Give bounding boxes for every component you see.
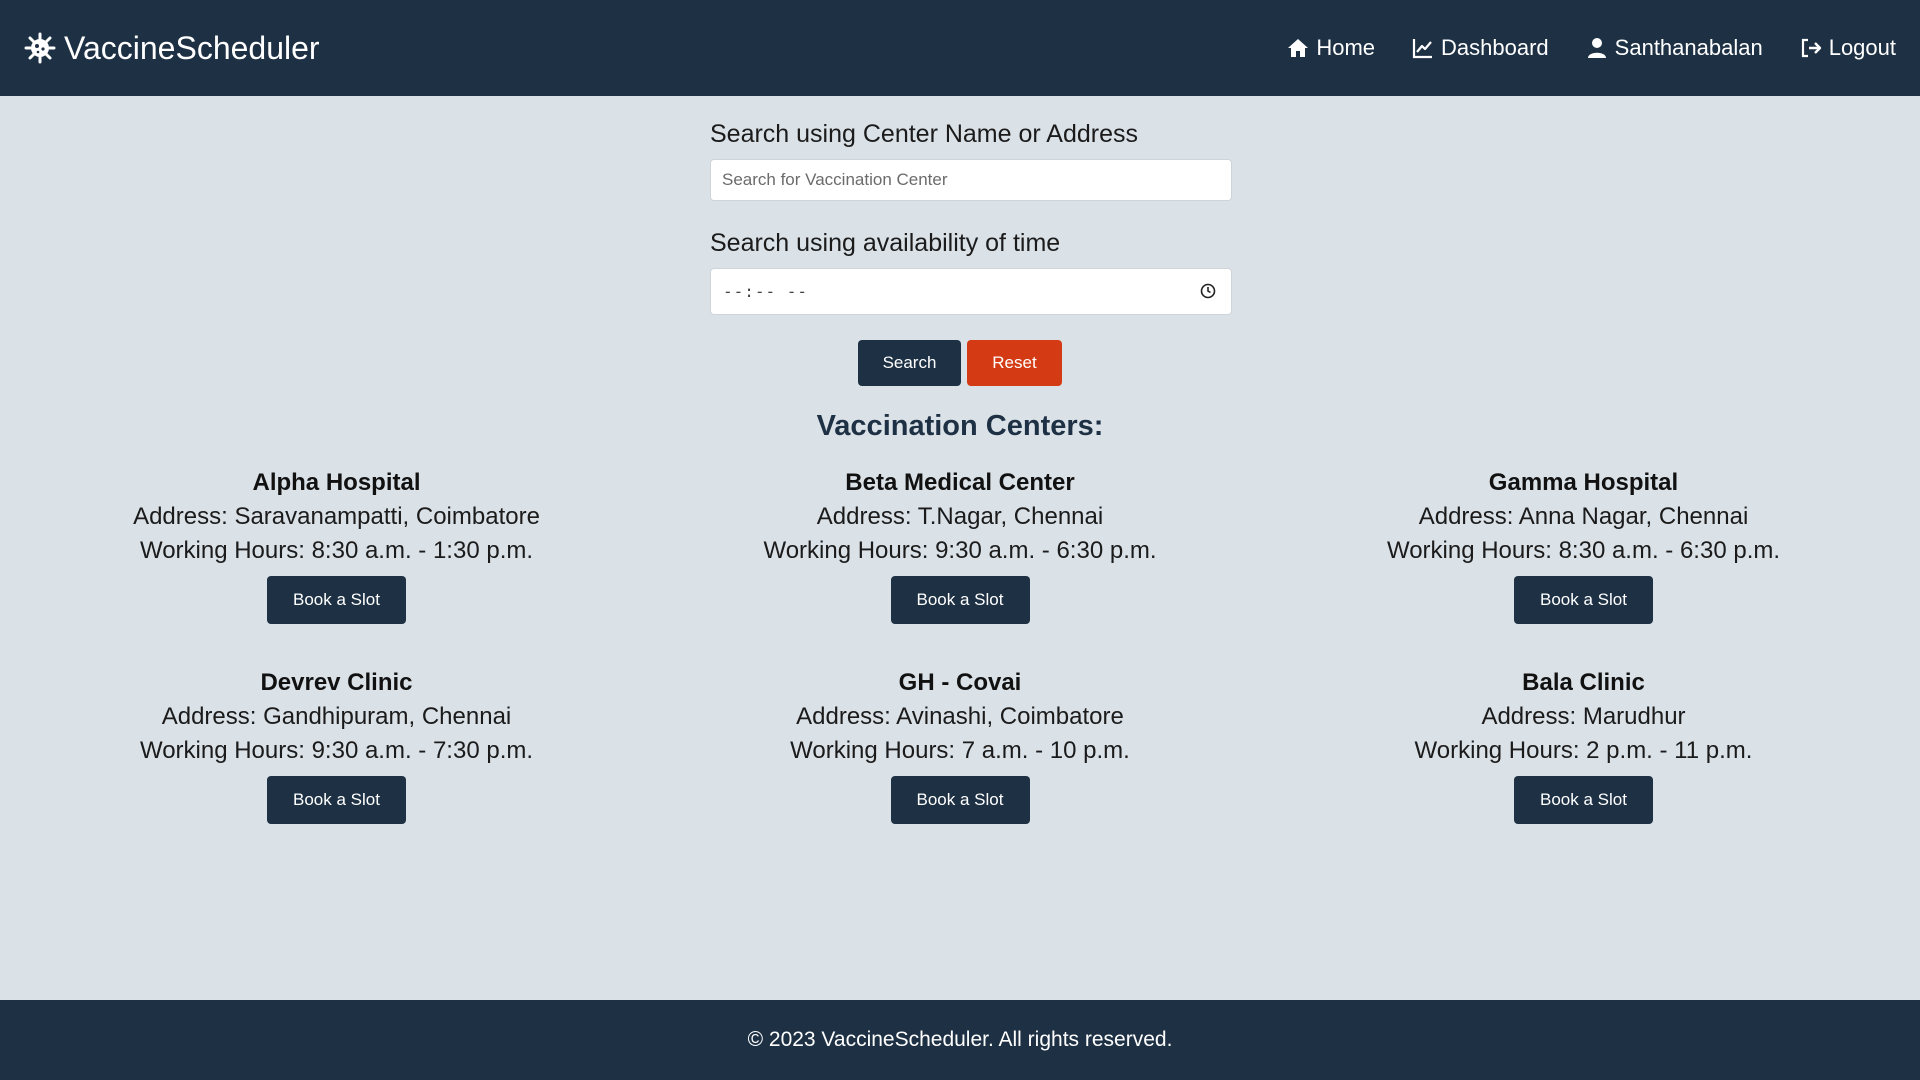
search-form: Search using Center Name or Address Sear… — [710, 120, 1232, 315]
virus-icon — [24, 32, 56, 64]
center-search-input[interactable] — [710, 159, 1232, 201]
nav-dashboard-label: Dashboard — [1441, 35, 1549, 60]
user-icon — [1587, 38, 1606, 58]
time-input-value: --:-- -- — [723, 282, 809, 301]
search-buttons: Search Reset — [0, 340, 1920, 386]
book-slot-button[interactable]: Book a Slot — [890, 576, 1030, 624]
center-name: Devrev Clinic — [260, 669, 413, 696]
nav-dashboard[interactable]: Dashboard — [1411, 35, 1549, 61]
book-slot-button[interactable]: Book a Slot — [890, 776, 1030, 824]
clock-icon[interactable] — [1199, 282, 1217, 300]
center-card: Beta Medical Center Address: T.Nagar, Ch… — [673, 466, 1247, 624]
search-button[interactable]: Search — [858, 340, 961, 386]
center-hours: Working Hours: 9:30 a.m. - 6:30 p.m. — [763, 537, 1157, 564]
center-address: Address: Gandhipuram, Chennai — [161, 703, 512, 730]
home-icon — [1288, 39, 1309, 57]
centers-grid: Alpha Hospital Address: Saravanampatti, … — [0, 466, 1920, 824]
center-card: Gamma Hospital Address: Anna Nagar, Chen… — [1247, 466, 1920, 624]
nav-links: Home Dashboard Santhanabalan Logout — [1286, 35, 1896, 61]
center-name: Gamma Hospital — [1488, 469, 1679, 496]
brand-link[interactable]: VaccineScheduler — [24, 30, 320, 67]
center-address: Address: Saravanampatti, Coimbatore — [133, 503, 540, 530]
center-address: Address: T.Nagar, Chennai — [816, 503, 1104, 530]
center-card: Devrev Clinic Address: Gandhipuram, Chen… — [0, 666, 673, 824]
center-hours: Working Hours: 7 a.m. - 10 p.m. — [790, 737, 1130, 764]
chart-line-icon — [1412, 39, 1433, 59]
center-card: Alpha Hospital Address: Saravanampatti, … — [0, 466, 673, 624]
book-slot-button[interactable]: Book a Slot — [267, 776, 406, 824]
time-input[interactable]: --:-- -- — [710, 268, 1232, 315]
book-slot-button[interactable]: Book a Slot — [267, 576, 406, 624]
center-address: Address: Avinashi, Coimbatore — [796, 703, 1124, 730]
center-hours: Working Hours: 2 p.m. - 11 p.m. — [1414, 737, 1753, 764]
nav-home-label: Home — [1316, 35, 1376, 60]
footer: © 2023 VaccineScheduler. All rights rese… — [0, 1000, 1920, 1080]
nav-profile[interactable]: Santhanabalan — [1585, 35, 1763, 61]
center-name: Alpha Hospital — [252, 469, 421, 496]
center-hours: Working Hours: 9:30 a.m. - 7:30 p.m. — [139, 737, 534, 764]
navbar: VaccineScheduler Home Dashboard Santhana… — [0, 0, 1920, 96]
book-slot-button[interactable]: Book a Slot — [1514, 576, 1653, 624]
nav-logout-label: Logout — [1828, 35, 1896, 60]
section-title: Vaccination Centers: — [816, 410, 1104, 442]
center-name: Bala Clinic — [1522, 669, 1645, 696]
center-name: GH - Covai — [898, 669, 1022, 696]
center-card: GH - Covai Address: Avinashi, Coimbatore… — [673, 666, 1247, 824]
center-hours: Working Hours: 8:30 a.m. - 6:30 p.m. — [1386, 537, 1781, 564]
logout-icon — [1801, 38, 1821, 58]
time-search-label: Search using availability of time — [710, 229, 1061, 257]
reset-button[interactable]: Reset — [967, 340, 1062, 386]
center-hours: Working Hours: 8:30 a.m. - 1:30 p.m. — [139, 537, 534, 564]
brand-name: VaccineScheduler — [64, 29, 320, 66]
center-name: Beta Medical Center — [845, 469, 1075, 496]
center-address: Address: Marudhur — [1481, 703, 1686, 730]
center-address: Address: Anna Nagar, Chennai — [1418, 503, 1749, 530]
name-search-label: Search using Center Name or Address — [710, 120, 1138, 148]
nav-home[interactable]: Home — [1286, 35, 1375, 61]
footer-text: © 2023 VaccineScheduler. All rights rese… — [747, 1028, 1173, 1051]
nav-logout[interactable]: Logout — [1799, 35, 1896, 61]
book-slot-button[interactable]: Book a Slot — [1514, 776, 1653, 824]
nav-profile-label: Santhanabalan — [1614, 35, 1763, 60]
center-card: Bala Clinic Address: Marudhur Working Ho… — [1247, 666, 1920, 824]
